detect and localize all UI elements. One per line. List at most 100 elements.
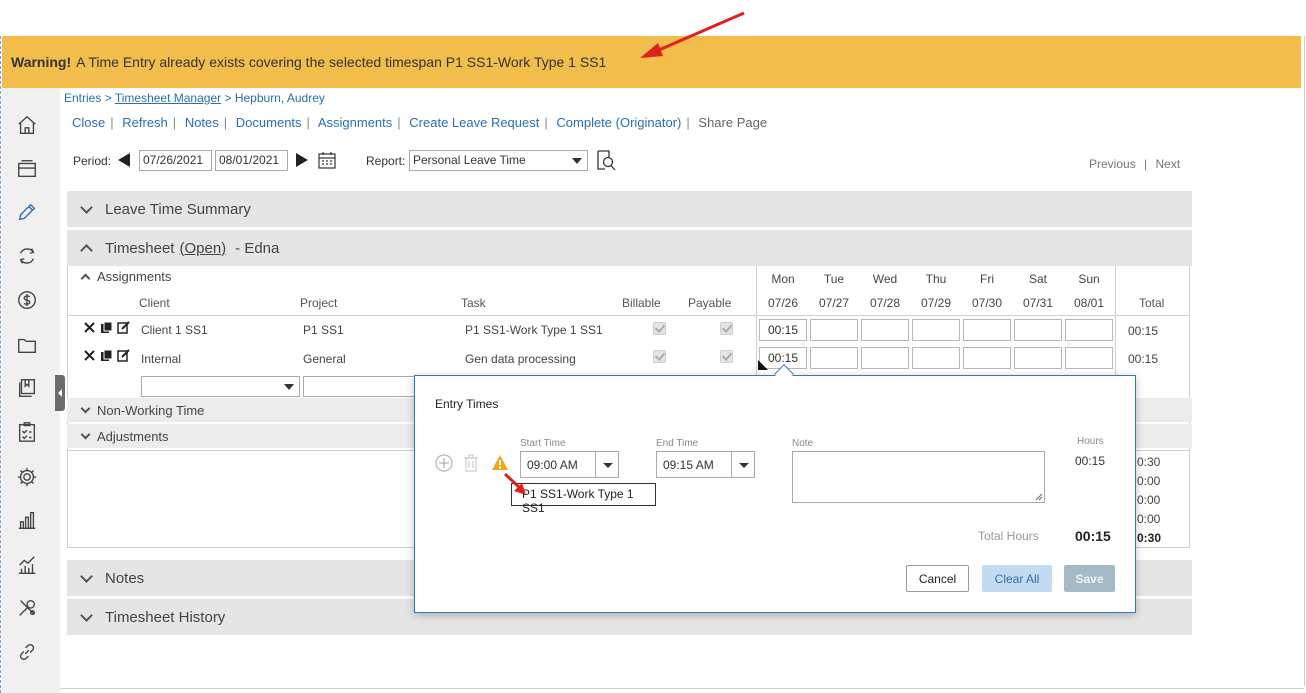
payable-checkbox[interactable] xyxy=(720,350,733,363)
column-billable[interactable]: Billable xyxy=(622,296,661,310)
warning-banner: Warning! A Time Entry already exists cov… xyxy=(2,36,1301,88)
documents-link[interactable]: Documents xyxy=(236,115,302,130)
copy-icon[interactable] xyxy=(100,349,113,362)
column-total: Total xyxy=(1139,296,1165,310)
next-link[interactable]: Next xyxy=(1156,157,1181,171)
warning-prefix: Warning! xyxy=(11,54,72,70)
chevron-down-icon xyxy=(80,429,91,439)
save-button[interactable]: Save xyxy=(1064,565,1115,592)
link-icon[interactable] xyxy=(15,640,39,664)
time-input-sat[interactable] xyxy=(1014,347,1062,369)
notes-link[interactable]: Notes xyxy=(185,115,219,130)
end-time-select[interactable]: 09:15 AM xyxy=(656,451,755,478)
sync-icon[interactable] xyxy=(15,244,39,268)
add-entry-icon[interactable] xyxy=(435,454,453,472)
pager: Previous | Next xyxy=(1089,157,1180,171)
delete-entry-icon[interactable] xyxy=(463,454,479,472)
edit-icon[interactable] xyxy=(117,321,130,334)
time-input-mon[interactable]: 00:15 xyxy=(759,319,807,341)
new-project-select[interactable] xyxy=(303,376,418,397)
action-sep: | xyxy=(172,115,177,130)
report-select[interactable]: Personal Leave Time xyxy=(409,150,588,171)
report-preview-icon[interactable] xyxy=(596,149,616,171)
complete-originator-link[interactable]: Complete (Originator) xyxy=(556,115,681,130)
share-page-link[interactable]: Share Page xyxy=(698,115,767,130)
payable-checkbox[interactable] xyxy=(720,322,733,335)
time-input-tue[interactable] xyxy=(810,347,858,369)
previous-period-arrow-icon[interactable] xyxy=(118,153,130,167)
timesheet-status-link[interactable]: (Open) xyxy=(179,240,226,257)
book-icon[interactable] xyxy=(15,376,39,400)
folder-icon[interactable] xyxy=(15,333,39,357)
assignments-subheader[interactable]: Assignments xyxy=(67,264,667,288)
checklist-icon[interactable] xyxy=(15,420,39,444)
time-input-thu[interactable] xyxy=(912,319,960,341)
chevron-down-icon xyxy=(80,608,93,622)
total-hours-label: Total Hours xyxy=(978,529,1039,543)
start-time-select[interactable]: 09:00 AM xyxy=(520,451,619,478)
column-project[interactable]: Project xyxy=(300,296,337,310)
summary-total: 0:30 xyxy=(1137,455,1161,469)
dollar-icon[interactable] xyxy=(15,288,39,312)
bar-chart-icon[interactable] xyxy=(15,508,39,532)
new-client-select[interactable] xyxy=(141,376,300,397)
resize-handle-icon[interactable] xyxy=(1035,493,1043,501)
assignments-link[interactable]: Assignments xyxy=(318,115,392,130)
time-input-fri[interactable] xyxy=(963,347,1011,369)
billable-checkbox[interactable] xyxy=(653,322,666,335)
delete-x-icon[interactable] xyxy=(83,321,96,334)
breadcrumb-person[interactable]: Hepburn, Audrey xyxy=(235,91,325,105)
pencil-icon[interactable] xyxy=(15,200,39,224)
day-name: Tue xyxy=(823,272,845,286)
edit-icon[interactable] xyxy=(117,349,130,362)
timesheet-header[interactable]: Timesheet (Open) - Edna xyxy=(67,230,1192,266)
time-input-fri[interactable] xyxy=(963,319,1011,341)
non-working-time-title: Non-Working Time xyxy=(97,402,205,418)
note-textarea[interactable] xyxy=(792,451,1045,503)
previous-link[interactable]: Previous xyxy=(1089,157,1136,171)
timesheet-owner: - Edna xyxy=(235,239,280,257)
notes-title: Notes xyxy=(105,569,145,587)
calendar-icon[interactable] xyxy=(318,151,336,169)
time-input-sun[interactable] xyxy=(1065,319,1113,341)
close-link[interactable]: Close xyxy=(72,115,105,130)
time-input-wed[interactable] xyxy=(861,319,909,341)
column-client[interactable]: Client xyxy=(139,296,170,310)
copy-icon[interactable] xyxy=(100,321,113,334)
period-end-input[interactable]: 08/01/2021 xyxy=(215,150,288,171)
create-leave-request-link[interactable]: Create Leave Request xyxy=(409,115,539,130)
gear-icon[interactable] xyxy=(15,465,39,489)
refresh-link[interactable]: Refresh xyxy=(122,115,168,130)
timesheet-history-title: Timesheet History xyxy=(105,608,226,626)
next-period-arrow-icon[interactable] xyxy=(296,153,308,167)
left-nav-rail xyxy=(2,88,60,693)
column-task[interactable]: Task xyxy=(461,296,486,310)
breadcrumb-entries[interactable]: Entries xyxy=(64,91,101,105)
warning-icon[interactable] xyxy=(491,454,509,471)
rail-collapse-handle[interactable] xyxy=(55,375,65,411)
row-total: 00:15 xyxy=(1128,324,1159,338)
inbox-icon[interactable] xyxy=(15,157,39,181)
leave-time-summary-header[interactable]: Leave Time Summary xyxy=(67,191,1192,227)
frame-border-right xyxy=(1304,36,1305,686)
warning-message: A Time Entry already exists covering the… xyxy=(76,54,607,70)
line-chart-icon[interactable] xyxy=(15,553,39,577)
time-input-wed[interactable] xyxy=(861,347,909,369)
time-input-sun[interactable] xyxy=(1065,347,1113,369)
chevron-down-icon xyxy=(80,569,93,583)
note-label: Note xyxy=(792,438,814,449)
home-icon[interactable] xyxy=(15,113,39,137)
tools-icon[interactable] xyxy=(15,596,39,620)
billable-checkbox[interactable] xyxy=(653,350,666,363)
time-input-tue[interactable] xyxy=(810,319,858,341)
time-input-thu[interactable] xyxy=(912,347,960,369)
time-input-sat[interactable] xyxy=(1014,319,1062,341)
period-start-input[interactable]: 07/26/2021 xyxy=(139,150,212,171)
clear-all-button[interactable]: Clear All xyxy=(982,565,1052,592)
total-column-border xyxy=(1115,266,1116,376)
column-payable[interactable]: Payable xyxy=(688,296,731,310)
breadcrumb-timesheet-manager[interactable]: Timesheet Manager xyxy=(115,91,221,105)
delete-x-icon[interactable] xyxy=(83,349,96,362)
cancel-button[interactable]: Cancel xyxy=(906,565,969,592)
day-date: 08/01 xyxy=(1073,296,1105,310)
